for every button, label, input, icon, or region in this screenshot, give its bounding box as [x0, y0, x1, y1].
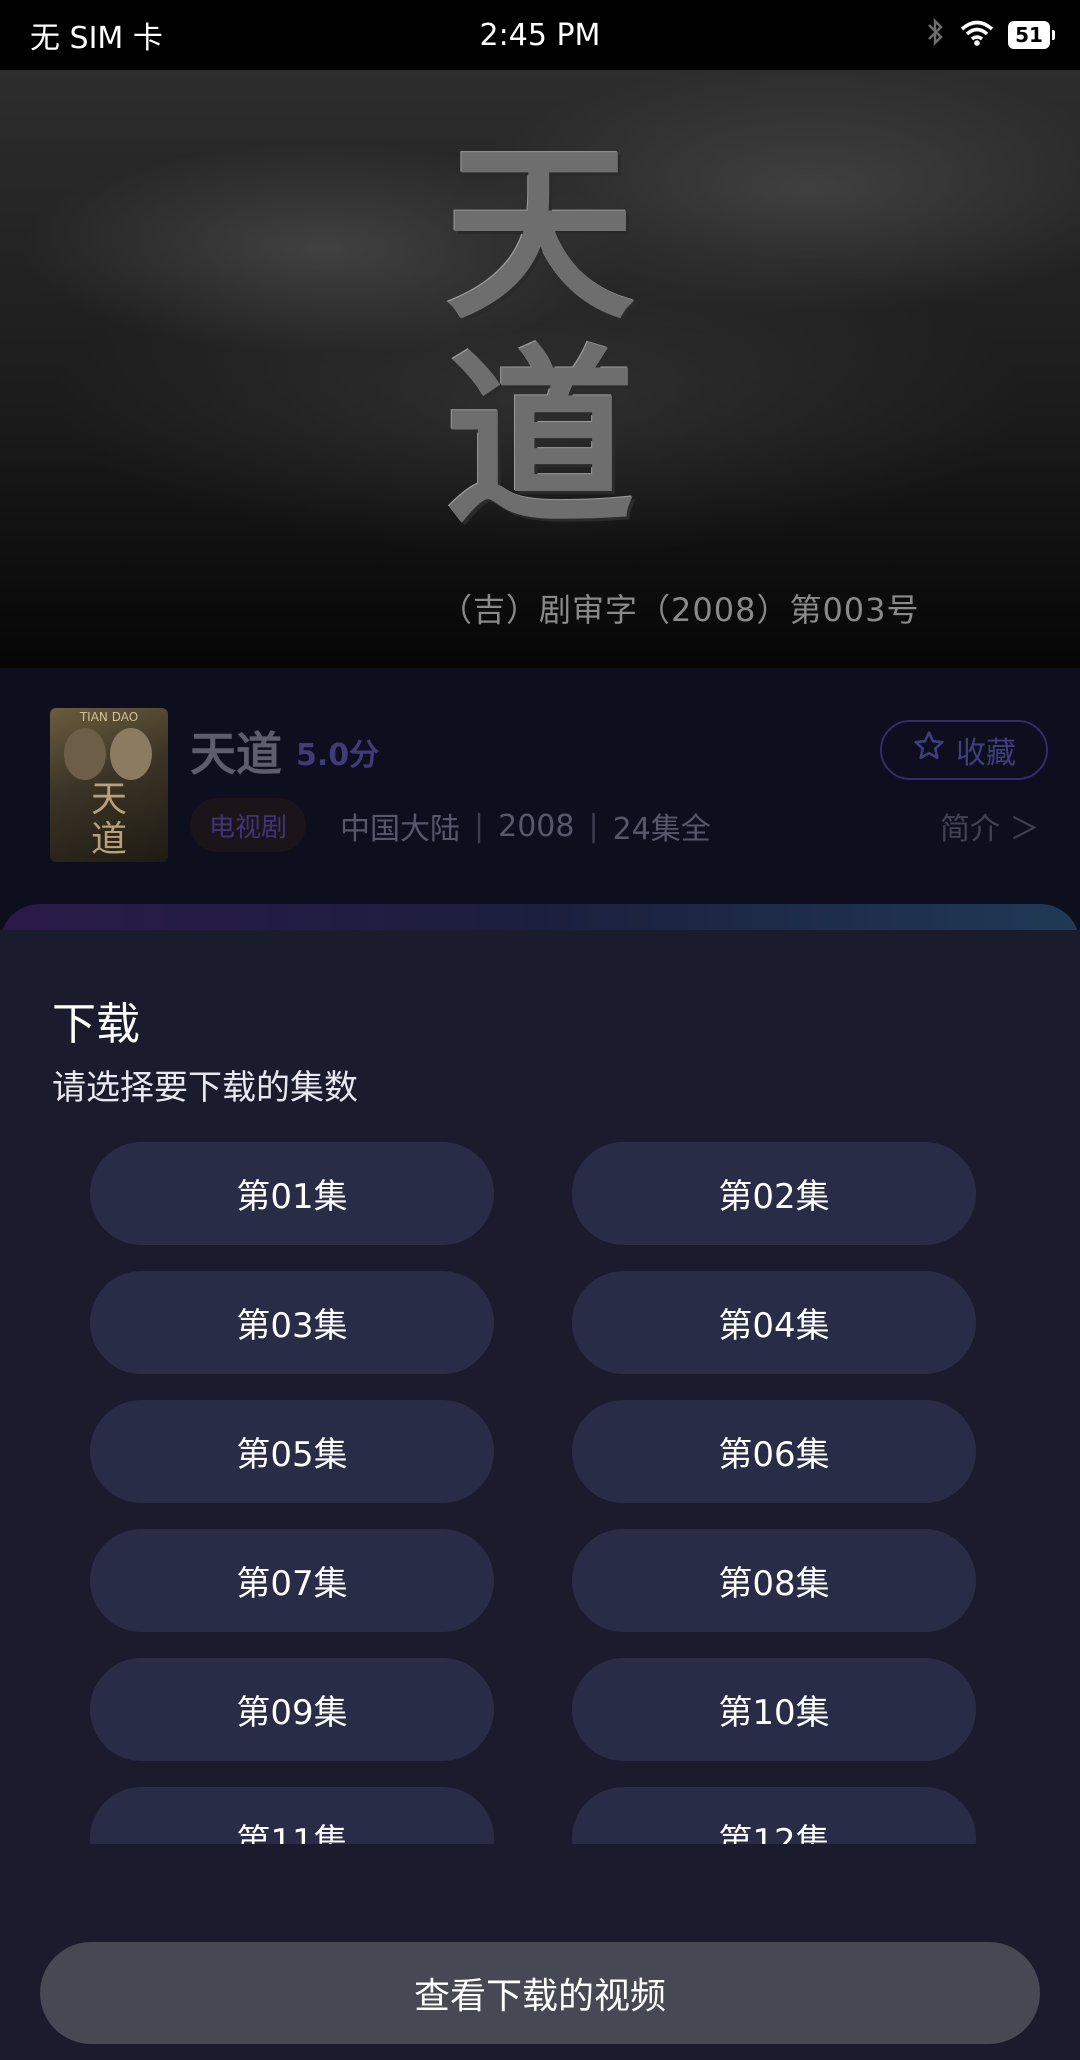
video-title-char: 道 — [444, 327, 635, 550]
divider: | — [588, 808, 599, 844]
year-label: 2008 — [498, 808, 575, 844]
favorite-label: 收藏 — [956, 736, 1016, 771]
episode-button[interactable]: 第08集 — [572, 1529, 976, 1632]
poster-figure — [64, 728, 106, 780]
poster-top-text: TIAN DAO — [79, 710, 139, 724]
episode-button[interactable]: 第01集 — [90, 1142, 494, 1245]
poster-figure — [110, 728, 152, 780]
episode-button[interactable]: 第10集 — [572, 1658, 976, 1761]
bluetooth-icon — [926, 17, 946, 54]
favorite-button[interactable]: 收藏 — [880, 720, 1048, 780]
intro-link[interactable]: 简介 ＞ — [940, 804, 1040, 848]
show-score: 5.0分 — [296, 738, 380, 773]
page: 无 SIM 卡 2:45 PM 51 天 道 （吉）剧审字（2008）第003号… — [0, 0, 1080, 2060]
view-downloads-button[interactable]: 查看下载的视频 — [40, 1942, 1040, 2044]
genre-tag: 电视剧 — [190, 798, 306, 852]
region-label: 中国大陆 — [340, 812, 460, 847]
episode-button[interactable]: 第02集 — [572, 1142, 976, 1245]
episode-button[interactable]: 第06集 — [572, 1400, 976, 1503]
video-player[interactable]: 天 道 （吉）剧审字（2008）第003号 — [0, 70, 1080, 668]
show-meta: 中国大陆 | 2008 | 24集全 — [340, 804, 711, 848]
wifi-icon — [960, 19, 994, 51]
poster-title: 天 道 — [90, 779, 127, 860]
star-icon — [912, 729, 946, 771]
episode-button[interactable]: 第09集 — [90, 1658, 494, 1761]
download-sheet: 下载 请选择要下载的集数 第01集 第02集 第03集 第04集 第05集 第0… — [0, 930, 1080, 2060]
show-title: 天道 — [190, 727, 282, 781]
episode-button[interactable]: 第05集 — [90, 1400, 494, 1503]
status-icons: 51 — [926, 17, 1055, 54]
show-info: TIAN DAO 天 道 天道 5.0分 收藏 电视剧 中国大陆 | 2008 … — [0, 668, 1080, 928]
poster-image: TIAN DAO 天 道 — [50, 708, 168, 862]
battery-icon: 51 — [1008, 21, 1055, 49]
carrier-label: 无 SIM 卡 — [30, 21, 163, 56]
sheet-title: 下载 — [52, 999, 140, 1050]
episode-button[interactable]: 第12集 — [572, 1787, 976, 1844]
status-bar: 无 SIM 卡 2:45 PM 51 — [0, 0, 1080, 70]
episode-grid: 第01集 第02集 第03集 第04集 第05集 第06集 第07集 第08集 … — [90, 1142, 976, 1844]
divider: | — [474, 808, 485, 844]
sheet-subtitle: 请选择要下载的集数 — [52, 1068, 358, 1108]
episode-button[interactable]: 第07集 — [90, 1529, 494, 1632]
episode-button[interactable]: 第03集 — [90, 1271, 494, 1374]
episode-count-label: 24集全 — [612, 812, 711, 847]
episode-button[interactable]: 第11集 — [90, 1787, 494, 1844]
episode-button[interactable]: 第04集 — [572, 1271, 976, 1374]
video-license-text: （吉）剧审字（2008）第003号 — [440, 591, 920, 629]
episode-list[interactable]: 第01集 第02集 第03集 第04集 第05集 第06集 第07集 第08集 … — [0, 1130, 1080, 1844]
